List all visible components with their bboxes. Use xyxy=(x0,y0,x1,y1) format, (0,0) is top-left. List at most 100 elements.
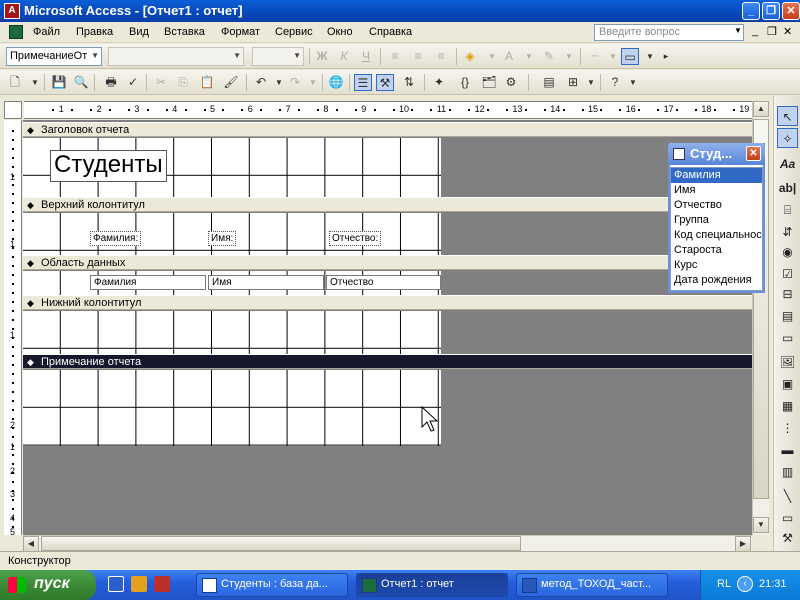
label-icon[interactable]: Aa xyxy=(777,154,798,174)
scroll-down-icon[interactable]: ▼ xyxy=(753,517,769,533)
help-icon[interactable]: ? xyxy=(606,74,624,91)
menu-insert[interactable]: Вставка xyxy=(164,26,205,38)
report-footer-section[interactable] xyxy=(23,370,441,446)
name-label[interactable]: Имя: xyxy=(208,231,237,246)
taskbar-item-database[interactable]: Студенты : база да... xyxy=(196,573,348,597)
bold-icon[interactable]: Ж xyxy=(313,48,331,65)
surname-label[interactable]: Фамилия: xyxy=(90,231,142,246)
patronymic-label[interactable]: Отчество: xyxy=(329,231,382,246)
properties-icon[interactable]: 🗂 xyxy=(480,74,498,91)
image-icon[interactable]: 🖼 xyxy=(777,352,798,372)
chevron-down-icon[interactable]: ▼ xyxy=(304,74,322,91)
font-color-icon[interactable]: A xyxy=(500,48,518,65)
spelling-icon[interactable]: ✓ xyxy=(124,74,142,91)
view-icon[interactable]: 🗋 xyxy=(6,74,24,91)
special-effect-icon[interactable]: ▭ xyxy=(621,48,639,65)
section-bar-report-header[interactable]: ◆ Заголовок отчета xyxy=(23,122,752,137)
horizontal-scrollbar[interactable]: ◀ ▶ xyxy=(23,535,752,552)
cut-icon[interactable]: ✂ xyxy=(152,74,170,91)
media-player-icon[interactable] xyxy=(131,576,147,592)
option-group-icon[interactable]: ⌸ xyxy=(777,200,798,220)
taskbar-item-report[interactable]: Отчет1 : отчет xyxy=(356,573,508,597)
bound-object-icon[interactable]: ▦ xyxy=(777,396,798,416)
command-button-icon[interactable]: ▭ xyxy=(777,328,798,348)
checkbox-icon[interactable]: ☑ xyxy=(777,264,798,284)
paste-icon[interactable]: 📋 xyxy=(198,74,216,91)
font-size-select[interactable]: ▼ xyxy=(252,47,304,66)
field-list-item[interactable]: Курс xyxy=(671,258,762,273)
field-list[interactable]: Фамилия Имя Отчество Группа Код специальнос С… xyxy=(670,167,763,291)
tray-expand-icon[interactable]: ‹ xyxy=(737,576,753,592)
menu-view[interactable]: Вид xyxy=(129,26,149,38)
align-center-icon[interactable]: ≡ xyxy=(409,48,427,65)
toolbar-options-icon[interactable]: ▸ xyxy=(657,48,675,65)
menu-window[interactable]: Окно xyxy=(327,26,353,38)
vertical-ruler[interactable]: 111212345 xyxy=(4,120,22,537)
field-list-item[interactable]: Группа xyxy=(671,213,762,228)
sorting-grouping-icon[interactable]: ⇅ xyxy=(400,74,418,91)
scroll-right-icon[interactable]: ▶ xyxy=(735,536,751,552)
scroll-left-icon[interactable]: ◀ xyxy=(23,536,39,552)
close-icon[interactable]: ✕ xyxy=(746,146,761,161)
field-list-titlebar[interactable]: Студ... ✕ xyxy=(668,143,765,165)
scroll-up-icon[interactable]: ▲ xyxy=(753,101,769,117)
page-break-icon[interactable]: ⋮ xyxy=(777,418,798,438)
mdi-restore-button[interactable]: ❐ xyxy=(767,25,777,38)
redo-icon[interactable]: ↷ xyxy=(286,74,304,91)
line-icon[interactable]: ╲ xyxy=(777,486,798,506)
report-document-icon[interactable] xyxy=(9,25,23,39)
report-title-label[interactable]: Студенты xyxy=(50,150,167,182)
print-icon[interactable]: 🖶 xyxy=(102,74,120,91)
object-select[interactable]: ПримечаниеОт ▼ xyxy=(6,47,102,66)
database-window-icon[interactable]: ▤ xyxy=(540,74,558,91)
access-icon[interactable]: A xyxy=(4,3,20,19)
rectangle-icon[interactable]: ▭ xyxy=(777,508,798,528)
field-list-item[interactable]: Дата рождения xyxy=(671,273,762,288)
section-bar-page-header[interactable]: ◆ Верхний колонтитул xyxy=(23,197,752,212)
print-preview-icon[interactable]: 🔍 xyxy=(72,74,90,91)
section-bar-detail[interactable]: ◆ Область данных xyxy=(23,255,752,270)
new-object-icon[interactable]: ⊞ xyxy=(564,74,582,91)
fill-color-icon[interactable]: ◈ xyxy=(461,48,479,65)
tab-control-icon[interactable]: ▬ xyxy=(777,440,798,460)
line-width-icon[interactable]: ┄ xyxy=(586,48,604,65)
unbound-object-icon[interactable]: ▣ xyxy=(777,374,798,394)
copy-icon[interactable]: ⎘ xyxy=(174,74,192,91)
menu-edit[interactable]: Правка xyxy=(76,26,113,38)
combobox-icon[interactable]: ⊟ xyxy=(777,284,798,304)
chevron-down-icon[interactable]: ▼ xyxy=(604,48,622,65)
surname-textbox[interactable]: Фамилия xyxy=(90,275,206,290)
subform-icon[interactable]: ▥ xyxy=(777,462,798,482)
maximize-button[interactable]: ❐ xyxy=(762,2,780,20)
textbox-icon[interactable]: ab| xyxy=(777,178,798,198)
format-painter-icon[interactable]: 🖌 xyxy=(222,74,240,91)
build-icon[interactable]: ⚙ xyxy=(502,74,520,91)
hyperlink-icon[interactable]: 🌐 xyxy=(327,74,345,91)
close-button[interactable]: ✕ xyxy=(782,2,800,20)
language-indicator[interactable]: RL xyxy=(717,578,731,590)
chevron-down-icon[interactable]: ▼ xyxy=(624,74,642,91)
chevron-down-icon[interactable]: ▼ xyxy=(560,48,578,65)
field-list-item[interactable]: Код специальнос xyxy=(671,228,762,243)
section-bar-page-footer[interactable]: ◆ Нижний колонтитул xyxy=(23,295,752,310)
help-search-input[interactable]: Введите вопрос xyxy=(594,24,744,41)
access-quicklaunch-icon[interactable] xyxy=(154,576,170,592)
menu-format[interactable]: Формат xyxy=(221,26,260,38)
field-list-item[interactable]: Отчество xyxy=(671,198,762,213)
start-button[interactable]: пуск xyxy=(0,570,96,600)
chevron-down-icon[interactable]: ▼ xyxy=(520,48,538,65)
field-list-item[interactable]: Имя xyxy=(671,183,762,198)
menu-file[interactable]: Файл xyxy=(33,26,60,38)
page-footer-section[interactable] xyxy=(23,311,441,354)
underline-icon[interactable]: Ч xyxy=(357,48,375,65)
field-list-icon[interactable]: ☰ xyxy=(354,74,372,91)
save-icon[interactable]: 💾 xyxy=(50,74,68,91)
chevron-down-icon[interactable]: ▼ xyxy=(582,74,600,91)
more-controls-icon[interactable]: ⚒ xyxy=(777,528,798,548)
mdi-minimize-button[interactable]: _ xyxy=(752,25,758,37)
ruler-corner[interactable] xyxy=(4,101,22,119)
mdi-close-button[interactable]: ✕ xyxy=(783,25,792,38)
code-icon[interactable]: {} xyxy=(456,74,474,91)
patronymic-textbox[interactable]: Отчество xyxy=(326,275,441,290)
option-button-icon[interactable]: ◉ xyxy=(777,242,798,262)
